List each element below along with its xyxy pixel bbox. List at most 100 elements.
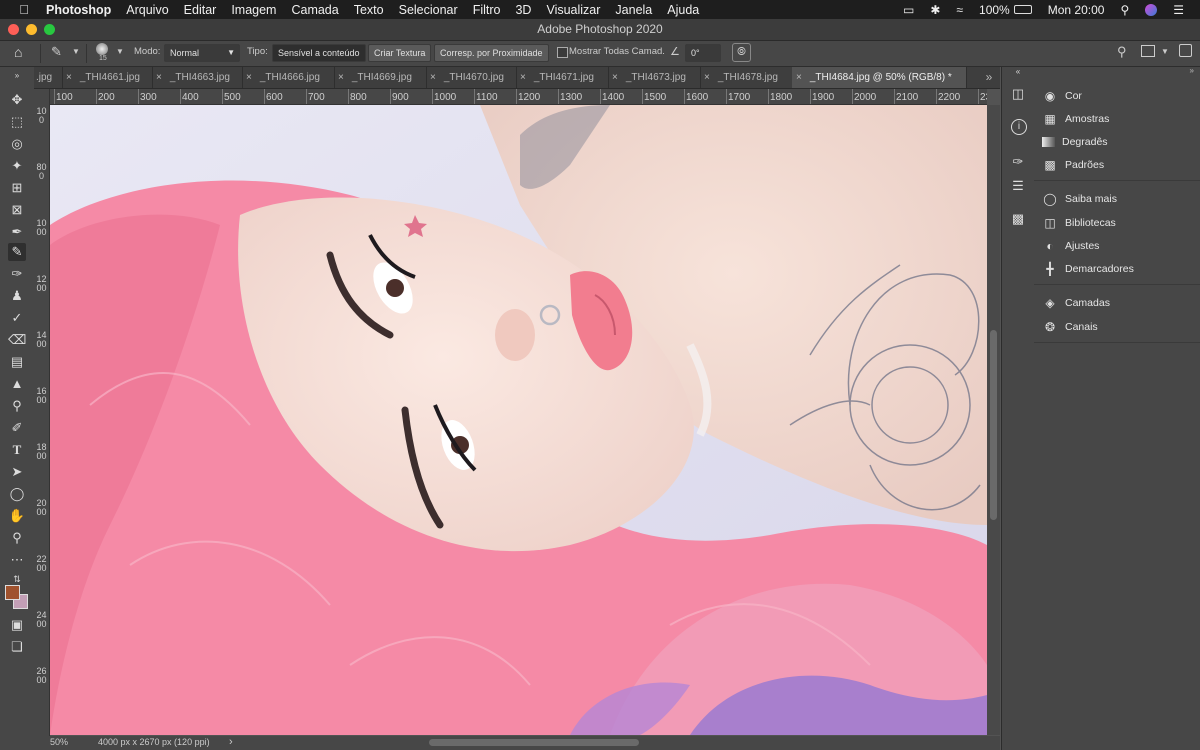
menu-imagem[interactable]: Imagem	[231, 3, 276, 17]
move-tool-icon[interactable]: ✥	[8, 91, 26, 109]
navigator-icon[interactable]: ▩	[1009, 210, 1027, 228]
brush-picker-chevron-icon[interactable]: ▼	[116, 47, 124, 56]
magic-wand-tool-icon[interactable]: ✦	[8, 157, 26, 175]
menu-filtro[interactable]: Filtro	[473, 3, 501, 17]
share-icon[interactable]	[1179, 44, 1192, 57]
tab-document[interactable]: × _THI4661.jpg	[62, 67, 153, 88]
panel-cor[interactable]: ◉ Cor	[1042, 87, 1082, 105]
eraser-tool-icon[interactable]: ⌫	[8, 331, 26, 349]
tab-document[interactable]: × _THI4663.jpg	[152, 67, 243, 88]
dock-collapse-icon[interactable]: »	[1190, 66, 1194, 75]
vertical-scrollbar[interactable]	[987, 105, 1000, 735]
frame-tool-icon[interactable]: ⊠	[8, 201, 26, 219]
tab-document[interactable]: × _THI4671.jpg	[516, 67, 609, 88]
zoom-level[interactable]: 50%	[50, 737, 68, 747]
tab-document[interactable]: .jpg	[34, 67, 63, 88]
angle-input[interactable]: 0°	[685, 44, 721, 62]
panel-dock-header[interactable]: »	[1034, 66, 1200, 77]
crop-tool-icon[interactable]: ⊞	[8, 179, 26, 197]
panel-canais[interactable]: ❂ Canais	[1042, 318, 1098, 336]
proximity-match-button[interactable]: Corresp. por Proximidade	[434, 44, 549, 62]
wifi-icon[interactable]: ≈	[956, 3, 963, 17]
gradient-tool-icon[interactable]: ▤	[8, 353, 26, 371]
type-tool-icon[interactable]: T	[8, 441, 26, 459]
panel-bibliotecas[interactable]: ◫ Bibliotecas	[1042, 214, 1115, 232]
brush-tip-icon[interactable]	[96, 43, 108, 55]
vertical-scroll-thumb[interactable]	[990, 330, 997, 520]
menu-photoshop[interactable]: Photoshop	[46, 3, 111, 17]
clone-stamp-tool-icon[interactable]: ♟	[8, 287, 26, 305]
tab-document[interactable]: × _THI4666.jpg	[242, 67, 335, 88]
menu-selecionar[interactable]: Selecionar	[399, 3, 458, 17]
status-menu-chevron-icon[interactable]: ›	[229, 736, 233, 748]
menu-editar[interactable]: Editar	[184, 3, 217, 17]
panel-ajustes[interactable]: ◐ Ajustes	[1042, 237, 1099, 255]
hand-tool-icon[interactable]: ✋	[8, 507, 26, 525]
spotlight-search-icon[interactable]: ⚲	[1120, 3, 1129, 17]
history-brush-tool-icon[interactable]: ✓	[8, 309, 26, 327]
blur-tool-icon[interactable]: ▲	[8, 375, 26, 393]
menu-arquivo[interactable]: Arquivo	[126, 3, 168, 17]
brush-settings-icon[interactable]: ✑	[1009, 153, 1027, 171]
screen-mode-icon[interactable]: ❏	[8, 638, 26, 656]
search-icon[interactable]: ⚲	[1117, 44, 1127, 60]
tab-close-icon[interactable]: ×	[796, 72, 802, 83]
ellipse-tool-icon[interactable]: ◯	[8, 485, 26, 503]
tab-close-icon[interactable]: ×	[430, 72, 436, 83]
create-texture-button[interactable]: Criar Textura	[368, 44, 432, 62]
menu-camada[interactable]: Camada	[291, 3, 338, 17]
healing-brush-preset-icon[interactable]: ✎	[51, 44, 62, 60]
panel-amostras[interactable]: ▦ Amostras	[1042, 110, 1109, 128]
airplay-icon[interactable]: ▭	[903, 3, 914, 17]
pressure-size-icon[interactable]: ⦾	[732, 43, 751, 62]
workspace-chevron-icon[interactable]: ▼	[1161, 47, 1169, 56]
workspace-icon[interactable]	[1141, 45, 1155, 57]
dodge-tool-icon[interactable]: ⚲	[8, 397, 26, 415]
tab-document[interactable]: × _THI4678.jpg	[700, 67, 793, 88]
horizontal-ruler[interactable]: 100 200 300 400 500 600 700 800 900 1000 1100 1200 1…	[50, 89, 987, 105]
zoom-tool-icon[interactable]: ⚲	[8, 529, 26, 547]
eyedropper-tool-icon[interactable]: ✒	[8, 223, 26, 241]
document-canvas[interactable]	[50, 105, 987, 735]
history-icon[interactable]: ◫	[1009, 85, 1027, 103]
menu-texto[interactable]: Texto	[354, 3, 384, 17]
siri-icon[interactable]	[1145, 3, 1158, 16]
lasso-tool-icon[interactable]: ◎	[8, 135, 26, 153]
tab-close-icon[interactable]: ×	[156, 72, 162, 83]
pen-tool-icon[interactable]: ✐	[8, 419, 26, 437]
tab-document[interactable]: × _THI4673.jpg	[608, 67, 701, 88]
menu-janela[interactable]: Janela	[615, 3, 652, 17]
tab-document-active[interactable]: × _THI4684.jpg @ 50% (RGB/8) *	[792, 67, 967, 88]
properties-sliders-icon[interactable]: ☰	[1009, 177, 1027, 195]
menu-visualizar[interactable]: Visualizar	[546, 3, 600, 17]
sample-all-layers-checkbox[interactable]	[557, 47, 568, 58]
tab-document[interactable]: × _THI4669.jpg	[334, 67, 427, 88]
path-selection-tool-icon[interactable]: ➤	[8, 463, 26, 481]
more-tools-icon[interactable]: ⋯	[8, 551, 26, 569]
tabs-overflow-icon[interactable]: »	[980, 67, 998, 88]
vertical-ruler[interactable]: 100 800 1000 1200 1400 1600 1800 2000 2200 2400 26…	[34, 89, 50, 736]
toolbar-collapse-icon[interactable]: »	[8, 72, 26, 80]
panel-padroes[interactable]: ▩ Padrões	[1042, 156, 1104, 174]
content-aware-button[interactable]: Sensível a conteúdo	[272, 44, 366, 62]
tab-close-icon[interactable]: ×	[246, 72, 252, 83]
tab-close-icon[interactable]: ×	[704, 72, 710, 83]
panel-demarcadores[interactable]: ╋ Demarcadores	[1042, 260, 1134, 278]
tab-close-icon[interactable]: ×	[520, 72, 526, 83]
menu-3d[interactable]: 3D	[515, 3, 531, 17]
home-icon[interactable]: ⌂	[14, 44, 22, 60]
notification-center-icon[interactable]: ☰	[1173, 3, 1184, 17]
menu-ajuda[interactable]: Ajuda	[667, 3, 699, 17]
marquee-tool-icon[interactable]: ⬚	[8, 113, 26, 131]
preset-chevron-down-icon[interactable]: ▼	[72, 47, 80, 56]
panel-saiba-mais[interactable]: ◯ Saiba mais	[1042, 190, 1117, 208]
healing-brush-tool-icon[interactable]: ✎	[8, 243, 26, 261]
brush-tool-icon[interactable]: ✑	[8, 265, 26, 283]
tab-close-icon[interactable]: ×	[66, 72, 72, 83]
panel-degrades[interactable]: Degradês	[1042, 133, 1108, 151]
panel-camadas[interactable]: ◈ Camadas	[1042, 294, 1110, 312]
bluetooth-icon[interactable]: ✱	[930, 3, 940, 17]
tab-close-icon[interactable]: ×	[612, 72, 618, 83]
foreground-color-swatch[interactable]	[5, 585, 20, 600]
clock[interactable]: Mon 20:00	[1048, 3, 1105, 17]
